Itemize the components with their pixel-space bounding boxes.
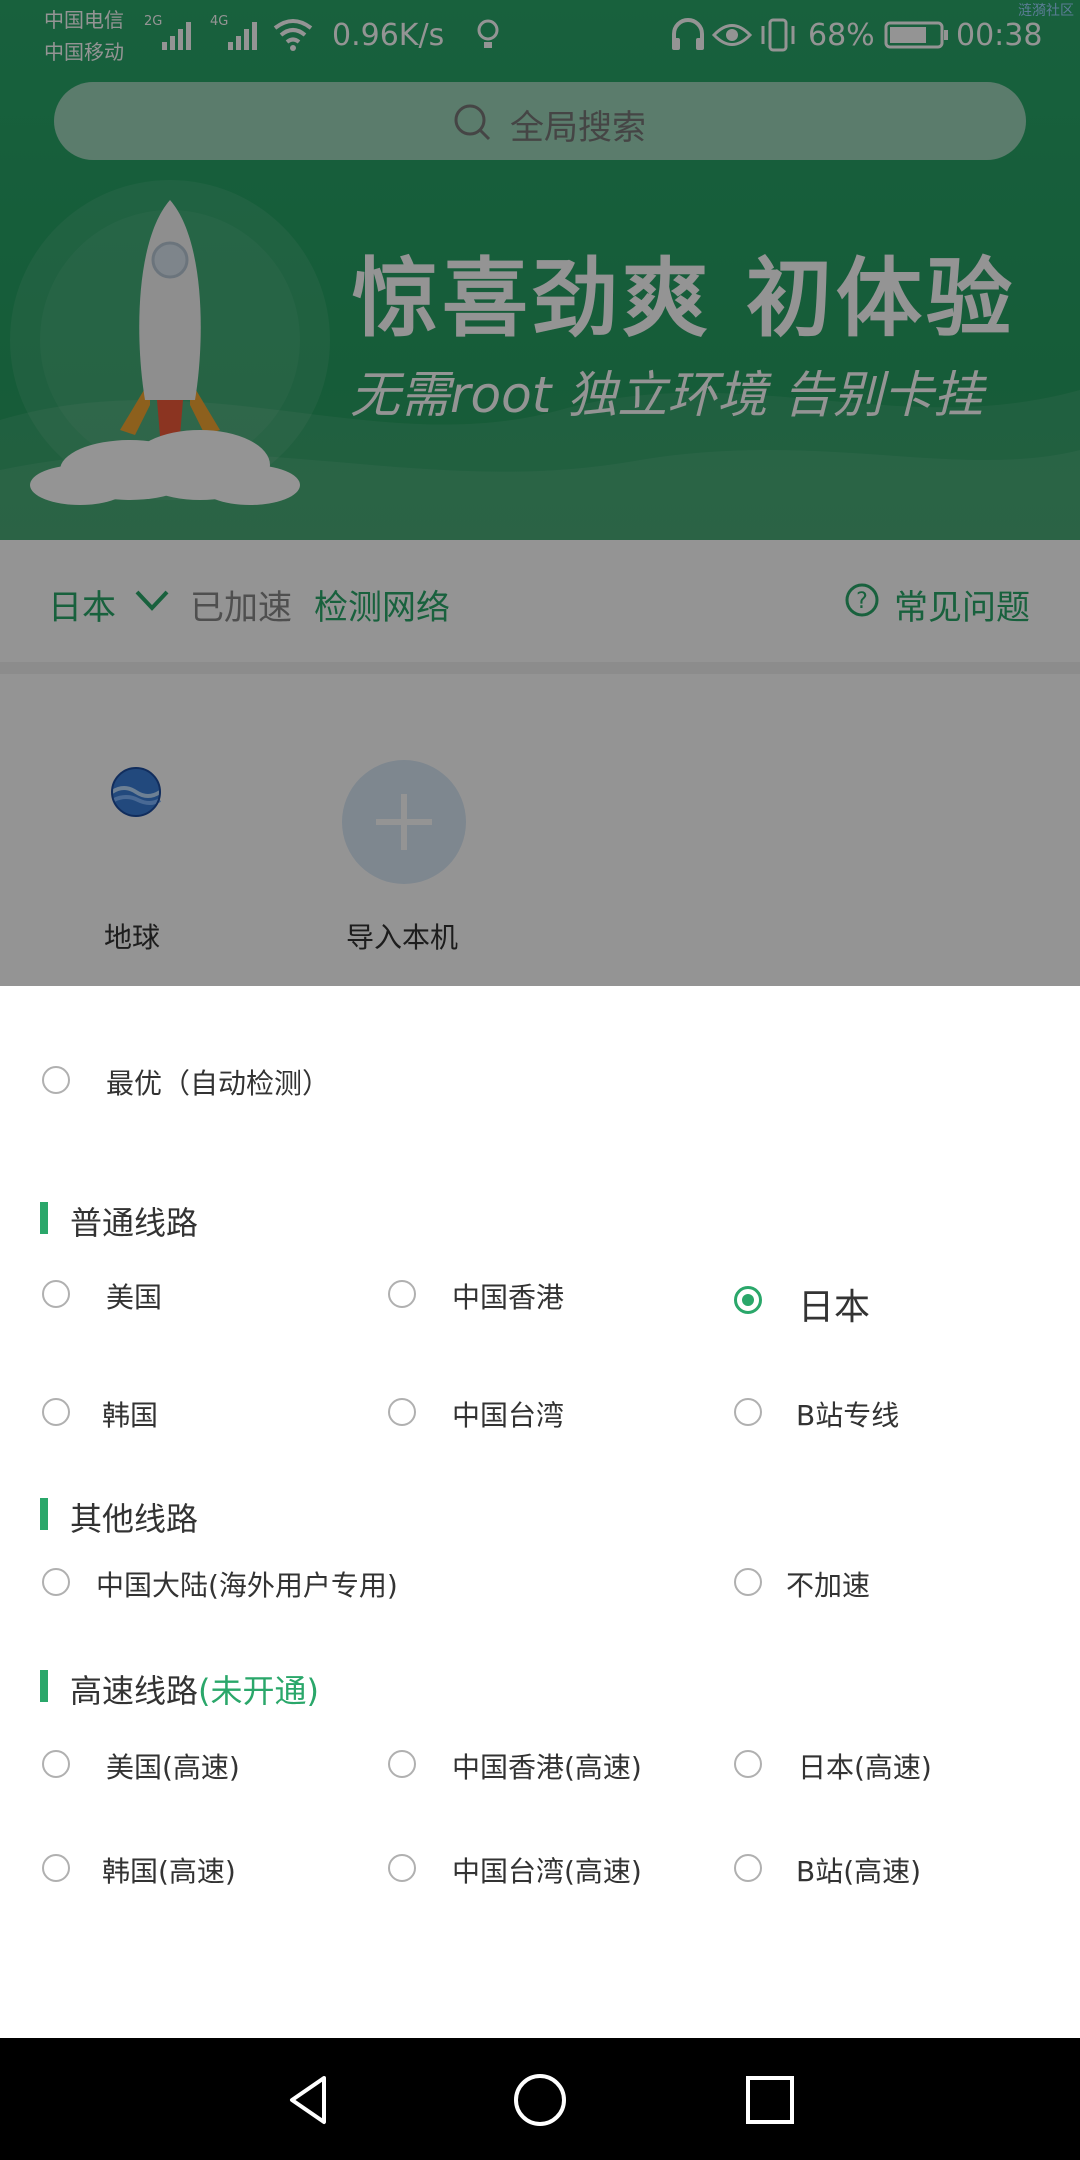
section-title-other: 其他线路	[70, 1500, 199, 1538]
radio-jp-hs[interactable]	[734, 1750, 762, 1778]
radio-hk[interactable]	[388, 1280, 416, 1308]
section-marker	[40, 1202, 48, 1234]
option-bili-hs[interactable]: B站(高速)	[796, 1850, 921, 1890]
radio-no-accel[interactable]	[734, 1568, 762, 1596]
radio-best[interactable]	[42, 1066, 70, 1094]
section-marker	[40, 1670, 48, 1702]
option-kr[interactable]: 韩国	[102, 1394, 158, 1434]
radio-tw[interactable]	[388, 1398, 416, 1426]
option-us[interactable]: 美国	[106, 1276, 162, 1316]
home-icon[interactable]	[512, 2072, 568, 2128]
radio-mainland[interactable]	[42, 1568, 70, 1596]
section-title-text: 高速线路	[70, 1672, 199, 1710]
line-select-sheet: 最优（自动检测） 普通线路 美国 中国香港 日本 韩国 中国台湾 B站专线 其他…	[0, 986, 1080, 2038]
option-hk-hs[interactable]: 中国香港(高速)	[452, 1746, 642, 1786]
option-best-label[interactable]: 最优（自动检测）	[106, 1062, 330, 1102]
option-mainland[interactable]: 中国大陆(海外用户专用)	[96, 1564, 398, 1604]
section-marker	[40, 1498, 48, 1530]
option-kr-hs[interactable]: 韩国(高速)	[102, 1850, 236, 1890]
not-activated-note: (未开通)	[198, 1672, 319, 1710]
option-us-hs[interactable]: 美国(高速)	[106, 1746, 240, 1786]
recents-icon[interactable]	[742, 2072, 798, 2128]
radio-us-hs[interactable]	[42, 1750, 70, 1778]
radio-bili[interactable]	[734, 1398, 762, 1426]
radio-bili-hs[interactable]	[734, 1854, 762, 1882]
radio-kr[interactable]	[42, 1398, 70, 1426]
option-hk[interactable]: 中国香港	[452, 1276, 564, 1316]
section-title-highspeed: 高速线路(未开通)	[70, 1666, 319, 1712]
option-no-accel[interactable]: 不加速	[786, 1564, 870, 1604]
option-jp-hs[interactable]: 日本(高速)	[798, 1746, 932, 1786]
section-title-normal: 普通线路	[70, 1204, 199, 1242]
option-bili[interactable]: B站专线	[796, 1394, 899, 1434]
radio-us[interactable]	[42, 1280, 70, 1308]
radio-kr-hs[interactable]	[42, 1854, 70, 1882]
option-tw-hs[interactable]: 中国台湾(高速)	[452, 1850, 642, 1890]
radio-tw-hs[interactable]	[388, 1854, 416, 1882]
dim-overlay[interactable]	[0, 0, 1080, 986]
system-nav-bar	[0, 2038, 1080, 2160]
radio-jp-selected[interactable]	[734, 1286, 762, 1314]
option-jp[interactable]: 日本	[798, 1278, 870, 1330]
option-tw[interactable]: 中国台湾	[452, 1394, 564, 1434]
radio-hk-hs[interactable]	[388, 1750, 416, 1778]
back-icon[interactable]	[282, 2072, 338, 2128]
